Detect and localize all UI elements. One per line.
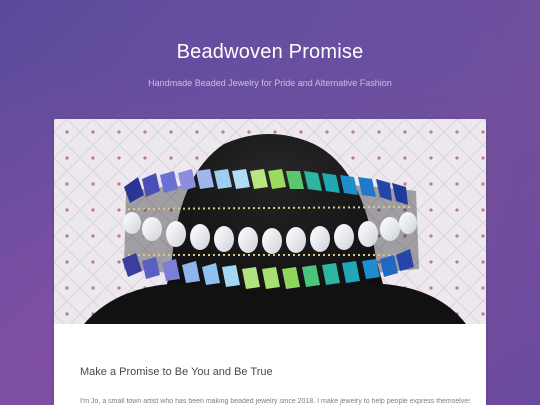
mannequin-shoulders	[84, 284, 466, 324]
hero-image[interactable]	[54, 119, 486, 324]
site-title[interactable]: Beadwoven Promise	[0, 38, 540, 66]
site-tagline: Handmade Beaded Jewelry for Pride and Al…	[148, 78, 392, 88]
choker-bracelet	[122, 169, 419, 289]
post-title[interactable]: Make a Promise to Be You and Be True	[80, 366, 273, 378]
site-header: Beadwoven Promise Handmade Beaded Jewelr…	[0, 38, 540, 89]
post-card: Make a Promise to Be You and Be True I'm…	[54, 119, 486, 405]
post-excerpt: I'm Jo, a small town artist who has been…	[80, 398, 470, 405]
